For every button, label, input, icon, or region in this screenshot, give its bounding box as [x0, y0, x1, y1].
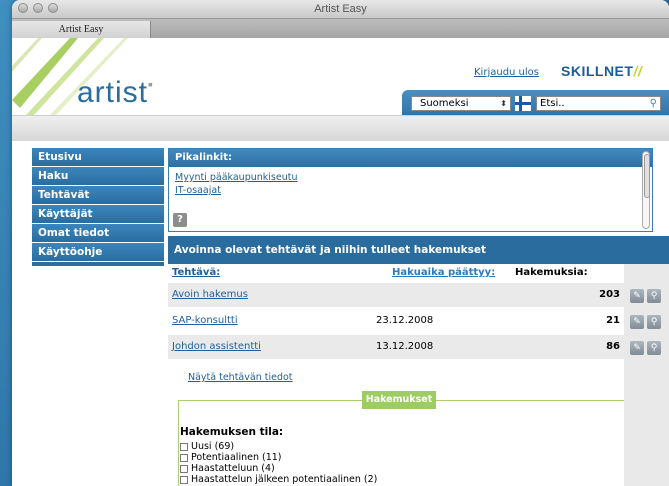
sidebar-nav: Etusivu Haku Tehtävät Käyttäjät Omat tie… [32, 148, 164, 266]
magnifier-icon[interactable]: ⚲ [647, 289, 661, 303]
column-header-deadline[interactable]: Hakuaika päättyy: [392, 267, 495, 278]
application-count: 21 [606, 315, 620, 326]
magnifier-icon[interactable]: ⚲ [647, 341, 661, 355]
open-tasks-panel: Avoinna olevat tehtävät ja niihin tullee… [168, 236, 669, 486]
edit-icon[interactable]: ✎ [630, 289, 644, 303]
status-option[interactable]: Haastattelun jälkeen potentiaalinen (2) [180, 474, 377, 485]
task-link[interactable]: SAP-konsultti [172, 309, 238, 333]
close-window-button[interactable] [18, 3, 28, 13]
quick-links-title: Pikalinkit: [169, 149, 652, 167]
nav-item-kayttoohje[interactable]: Käyttöohje [32, 243, 164, 261]
show-task-details-link[interactable]: Näytä tehtävän tiedot [188, 372, 293, 383]
task-link[interactable]: Avoin hakemus [172, 283, 248, 307]
site-header: artist▪ Kirjaudu ulos SKILLNET// Suomeks… [12, 38, 669, 116]
search-icon[interactable]: ⚲ [650, 97, 657, 110]
language-value: Suomeksi [420, 98, 469, 109]
window-title: Artist Easy [314, 3, 367, 15]
browser-tab[interactable]: Artist Easy [12, 21, 151, 38]
search-bar: Suomeksi ⬍ Etsi.. ⚲ [402, 90, 669, 116]
table-row: Avoin hakemus 203 [168, 283, 624, 307]
nav-item-haku[interactable]: Haku [32, 167, 164, 185]
skillnet-slash-icon: // [633, 63, 643, 79]
tasks-table: Tehtävä: Hakuaika päättyy: Hakemuksia: A… [168, 264, 627, 486]
status-option[interactable]: Uusi (69) [180, 441, 234, 452]
help-button[interactable]: ? [173, 213, 187, 227]
task-deadline: 13.12.2008 [376, 341, 434, 352]
logo-mark: ▪ [148, 76, 154, 92]
checkbox[interactable] [180, 464, 188, 473]
status-option-label: Haastattelun jälkeen potentiaalinen (2) [191, 474, 378, 485]
open-tasks-title: Avoinna olevat tehtävät ja niihin tullee… [174, 244, 486, 256]
checkbox[interactable] [180, 453, 188, 462]
logout-link[interactable]: Kirjaudu ulos [474, 67, 539, 78]
column-header-applications: Hakemuksia: [515, 267, 588, 278]
application-status-title: Hakemuksen tila: [180, 426, 284, 438]
table-row: SAP-konsultti 23.12.2008 21 [168, 309, 624, 333]
tab-bar: Artist Easy [12, 19, 669, 39]
search-placeholder: Etsi.. [540, 98, 565, 109]
task-link[interactable]: Johdon assistentti [172, 335, 261, 359]
finnish-flag-icon[interactable] [515, 96, 531, 111]
status-option[interactable]: Haastatteluun (4) [180, 463, 275, 474]
edit-icon[interactable]: ✎ [630, 315, 644, 329]
scrollbar-thumb[interactable] [644, 154, 650, 198]
header-divider-bar [12, 115, 669, 141]
browser-window: Artist Easy Artist Easy artist▪ Kirjaudu… [12, 0, 669, 486]
nav-item-kayttajat[interactable]: Käyttäjät [32, 205, 164, 223]
title-bar: Artist Easy [12, 0, 669, 19]
window-controls [18, 3, 58, 13]
skillnet-logo: SKILLNET// [561, 63, 642, 79]
table-row: Johdon assistentti 13.12.2008 86 [168, 335, 624, 359]
status-option-label: Potentiaalinen (11) [191, 452, 282, 463]
magnifier-icon[interactable]: ⚲ [647, 315, 661, 329]
application-count: 86 [606, 341, 620, 352]
nav-item-omat-tiedot[interactable]: Omat tiedot [32, 224, 164, 242]
task-deadline: 23.12.2008 [376, 315, 434, 326]
edit-icon[interactable]: ✎ [630, 341, 644, 355]
quick-link-item[interactable]: Myynti pääkaupunkiseutu [175, 171, 652, 184]
application-count: 203 [599, 289, 620, 300]
applications-tab-label[interactable]: Hakemukset [362, 391, 436, 409]
select-arrows-icon: ⬍ [500, 99, 507, 108]
search-input[interactable]: Etsi.. ⚲ [536, 96, 661, 111]
skillnet-logo-text: SKILLNET [561, 63, 634, 79]
quick-links-panel: Pikalinkit: Myynti pääkaupunkiseutu IT-o… [168, 148, 653, 232]
minimize-window-button[interactable] [33, 3, 43, 13]
artist-logo[interactable]: artist▪ [77, 76, 154, 110]
quick-links-scrollbar[interactable] [642, 151, 650, 229]
checkbox[interactable] [180, 442, 188, 451]
nav-item-tehtavat[interactable]: Tehtävät [32, 186, 164, 204]
logo-text: artist [77, 76, 149, 109]
checkbox[interactable] [180, 475, 188, 484]
status-option-label: Haastatteluun (4) [191, 463, 275, 474]
column-header-task[interactable]: Tehtävä: [172, 267, 220, 278]
quick-link-item[interactable]: IT-osaajat [175, 184, 652, 197]
nav-item-etusivu[interactable]: Etusivu [32, 148, 164, 166]
nav-footer [32, 262, 164, 266]
language-select[interactable]: Suomeksi ⬍ [411, 96, 511, 111]
row-actions-column: ✎ ⚲ ✎ ⚲ ✎ ⚲ [624, 264, 669, 486]
zoom-window-button[interactable] [48, 3, 58, 13]
status-option[interactable]: Potentiaalinen (11) [180, 452, 282, 463]
status-option-label: Uusi (69) [191, 441, 235, 452]
